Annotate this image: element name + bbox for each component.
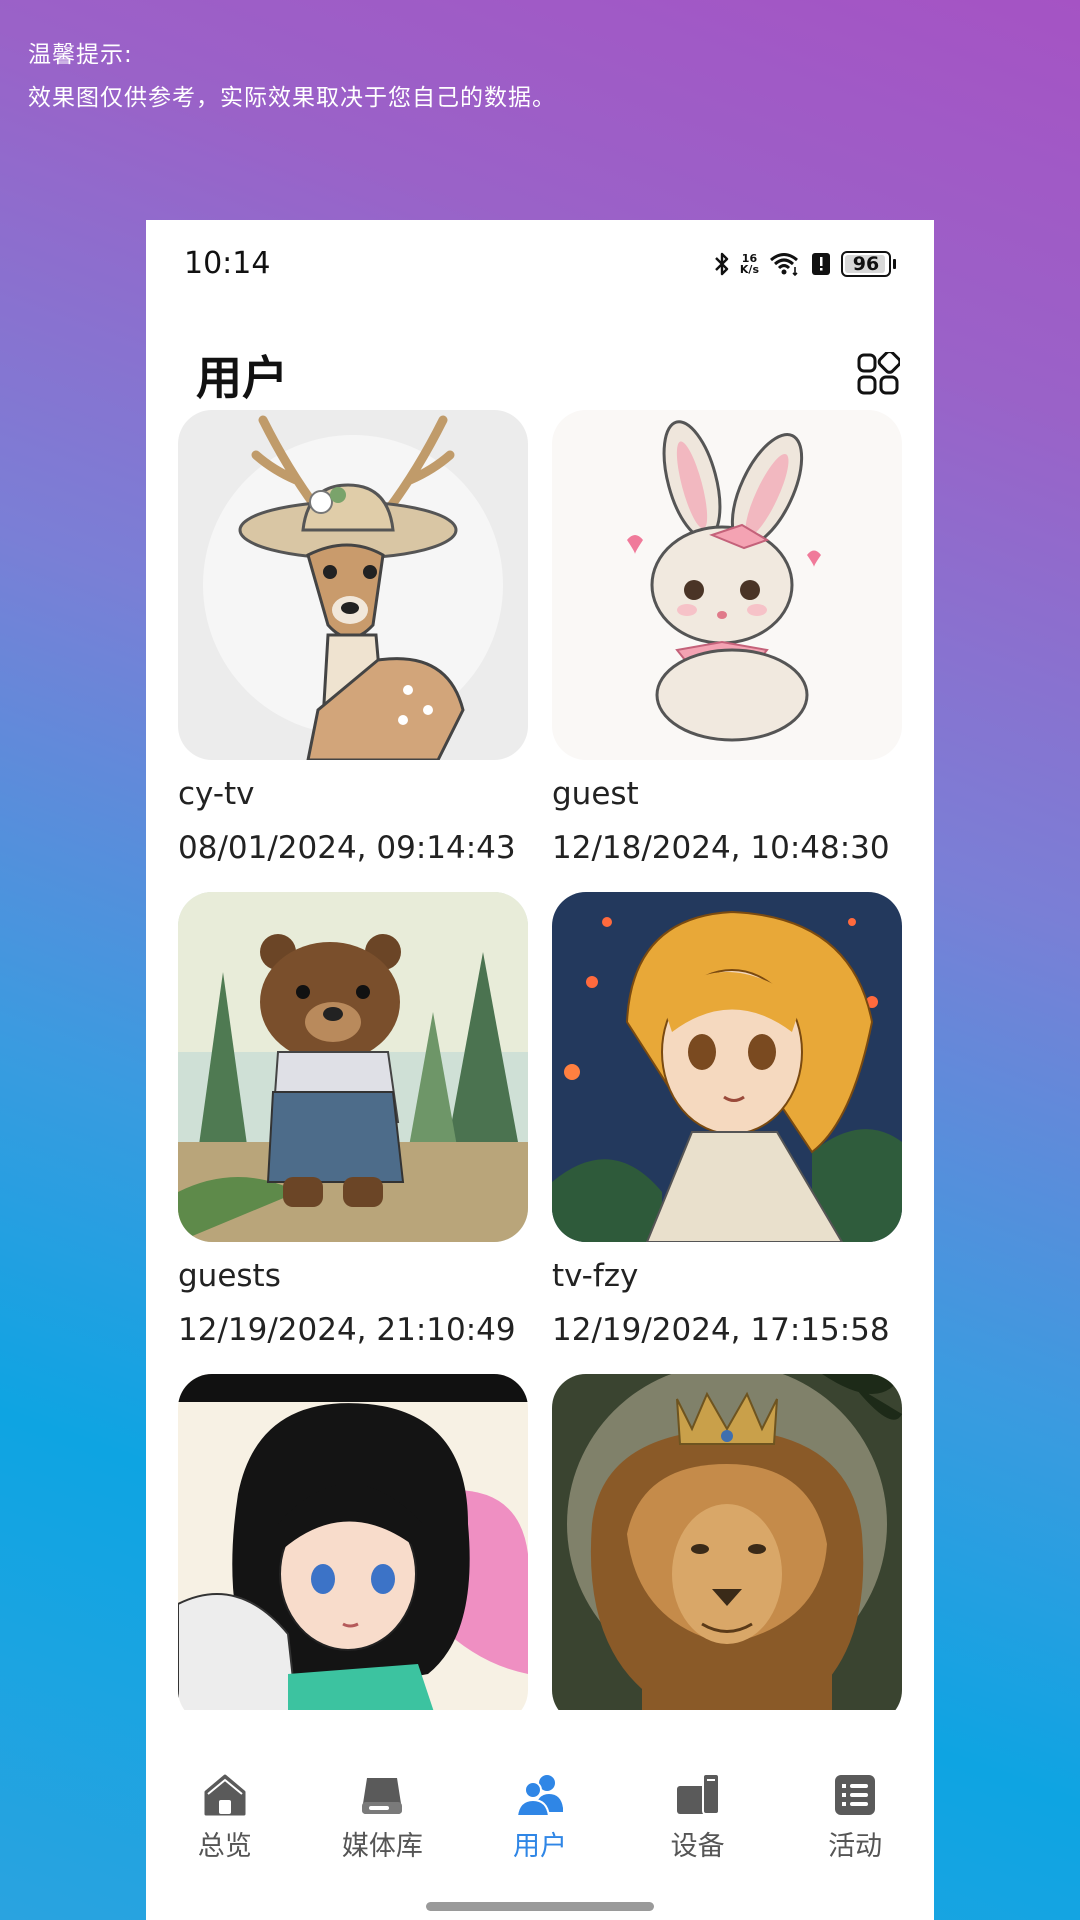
user-card[interactable]: tv-tl	[178, 1374, 528, 1710]
status-bar: 10:14 16 K/s 96	[146, 220, 934, 308]
user-name: guests	[178, 1258, 281, 1294]
page-title: 用户	[196, 351, 288, 405]
tab-users[interactable]: 用户	[461, 1760, 619, 1880]
user-last-active: 12/19/2024, 17:15:58	[552, 1312, 890, 1348]
user-card[interactable]: guest 12/18/2024, 10:48:30	[552, 410, 902, 868]
avatar-anime-girl-blonde	[552, 892, 902, 1242]
bottom-tab-bar: 总览 媒体库 用户 设备 活动	[146, 1760, 934, 1880]
home-icon	[200, 1770, 250, 1820]
home-indicator[interactable]	[426, 1902, 654, 1911]
avatar-deer	[178, 410, 528, 760]
tab-overview[interactable]: 总览	[146, 1760, 304, 1880]
net-speed-indicator: 16 K/s	[740, 253, 759, 275]
tab-media-library[interactable]: 媒体库	[304, 1760, 462, 1880]
status-time: 10:14	[184, 246, 271, 281]
avatar-bunny	[552, 410, 902, 760]
tab-devices[interactable]: 设备	[619, 1760, 777, 1880]
user-card[interactable]: tv-fzy 12/19/2024, 17:15:58	[552, 892, 902, 1350]
user-card[interactable]: guests 12/19/2024, 21:10:49	[178, 892, 528, 1350]
user-name: tv-fzy	[552, 1258, 639, 1294]
grid-view-icon[interactable]	[856, 350, 902, 396]
battery-icon: 96	[841, 251, 891, 277]
phone-screen: 10:14 16 K/s 96 用户 cy-tv 08/01/2024, 09:…	[146, 220, 934, 1920]
avatar-bear	[178, 892, 528, 1242]
bluetooth-icon	[714, 251, 730, 277]
user-card[interactable]: cy-tv 08/01/2024, 09:14:43	[178, 410, 528, 868]
user-last-active: 08/01/2024, 09:14:43	[178, 830, 516, 866]
wifi-icon	[769, 251, 801, 277]
user-card[interactable]: why	[552, 1374, 902, 1710]
battery-level: 96	[852, 253, 880, 275]
battery-tip	[893, 259, 896, 269]
user-last-active: 12/18/2024, 10:48:30	[552, 830, 890, 866]
user-name: cy-tv	[178, 776, 255, 812]
tab-label: 活动	[828, 1831, 883, 1862]
tab-activity[interactable]: 活动	[776, 1760, 934, 1880]
avatar-anime-girl-black-hair	[178, 1374, 528, 1710]
tab-label: 用户	[512, 1831, 567, 1862]
tip-body: 效果图仅供参考，实际效果取决于您自己的数据。	[28, 85, 556, 111]
user-last-active: 12/19/2024, 21:10:49	[178, 1312, 516, 1348]
list-icon	[830, 1770, 880, 1820]
tip-text: 温馨提示: 效果图仅供参考，实际效果取决于您自己的数据。	[28, 34, 556, 120]
alert-icon	[811, 252, 831, 276]
avatar-lion	[552, 1374, 902, 1710]
users-icon	[515, 1770, 565, 1820]
tab-label: 设备	[670, 1831, 725, 1862]
tip-title: 温馨提示:	[28, 42, 133, 68]
drive-icon	[357, 1770, 407, 1820]
user-grid: cy-tv 08/01/2024, 09:14:43 guest 12/18/2…	[178, 410, 902, 1710]
status-icons: 16 K/s 96	[714, 248, 896, 280]
tab-label: 总览	[197, 1831, 252, 1862]
devices-icon	[673, 1770, 723, 1820]
net-speed-unit: K/s	[739, 263, 759, 276]
tab-label: 媒体库	[341, 1831, 423, 1862]
user-name: guest	[552, 776, 639, 812]
battery-indicator: 96	[841, 251, 896, 277]
